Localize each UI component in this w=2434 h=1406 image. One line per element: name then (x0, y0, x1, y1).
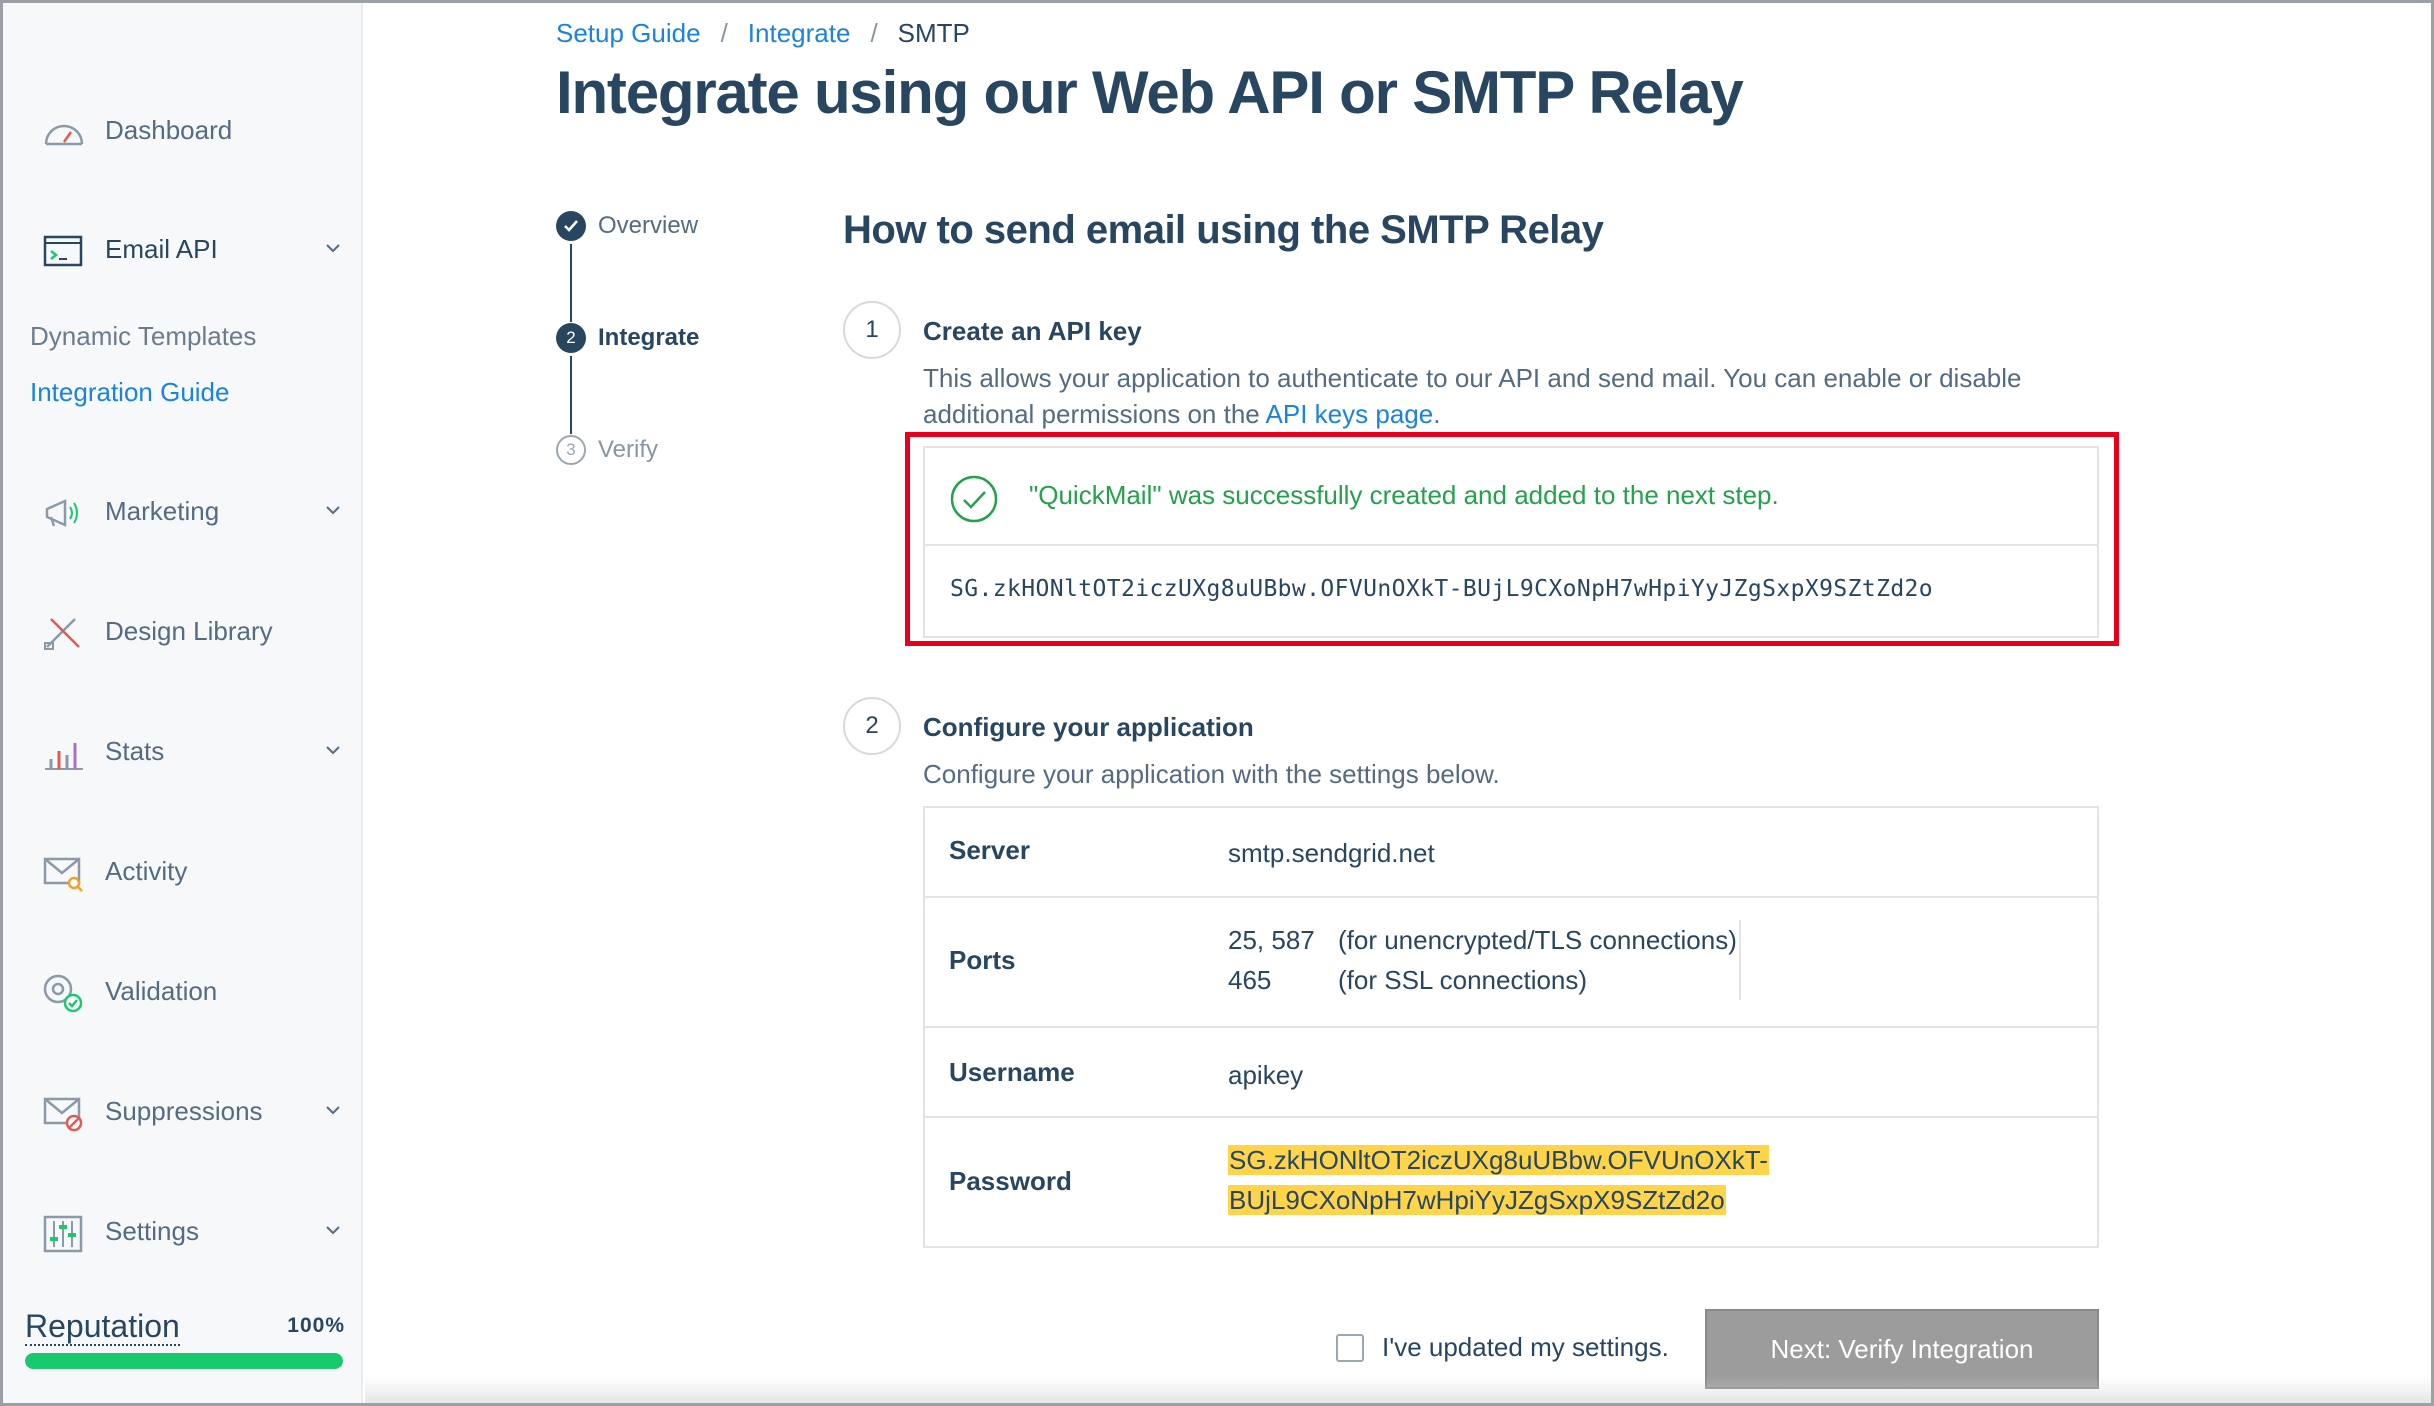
step-number-badge: 3 (556, 435, 586, 465)
sidebar-item-dashboard[interactable]: Dashboard (3, 100, 363, 160)
sliders-icon (43, 1215, 83, 1253)
sidebar-item-email-api[interactable]: Email API (3, 219, 363, 279)
design-tools-icon (44, 618, 80, 650)
stepper-step-label: Overview (598, 212, 699, 239)
at-check-icon (43, 974, 83, 1013)
sidebar-subitem-integration-guide[interactable]: Integration Guide (30, 377, 229, 408)
step-2-number: 2 (843, 697, 901, 755)
table-key: Server (949, 835, 1030, 865)
password-line: SG.zkHONltOT2iczUXg8uUBbw.OFVUnOXkT- (1228, 1145, 1769, 1175)
port-value[interactable]: 465 (1228, 960, 1338, 1000)
sidebar-item-label: Validation (105, 975, 218, 1006)
bottom-scroll-shadow (365, 1376, 2431, 1403)
step-1-number: 1 (843, 301, 901, 359)
sidebar-item-label: Email API (105, 233, 218, 264)
reputation-value: 100% (287, 1314, 345, 1337)
sidebar-item-marketing[interactable]: Marketing (3, 481, 363, 541)
envelope-block-icon (43, 1097, 83, 1132)
sidebar-item-label: Dashboard (105, 114, 233, 145)
breadcrumb: Setup Guide / Integrate / SMTP (556, 18, 970, 49)
reputation-meter[interactable]: Reputation 100% (25, 1308, 345, 1378)
table-row-ports: Ports 25, 587 (for unencrypted/TLS conne… (925, 898, 2097, 1028)
sidebar-item-label: Settings (105, 1215, 199, 1246)
bar-stats-icon (45, 743, 83, 770)
api-key-value[interactable]: SG.zkHONltOT2iczUXg8uUBbw.OFVUnOXkT-BUjL… (950, 576, 1933, 602)
stepper-connector (570, 244, 572, 322)
stepper-step-label: Verify (598, 436, 659, 463)
sidebar: Dashboard Email API Dynamic Templates In… (3, 3, 363, 1403)
stepper-step-integrate[interactable]: 2 Integrate (556, 322, 699, 354)
reputation-label: Reputation (25, 1308, 180, 1346)
breadcrumb-separator: / (870, 18, 878, 48)
api-key-card: "QuickMail" was successfully created and… (923, 446, 2099, 638)
sidebar-item-label: Design Library (105, 615, 273, 646)
email-api-terminal-icon (43, 235, 83, 267)
sidebar-item-label: Activity (105, 855, 188, 886)
chevron-down-icon[interactable] (325, 503, 341, 517)
step-1-heading: Create an API key (923, 316, 1142, 346)
step-2-description: Configure your application with the sett… (923, 759, 1500, 789)
sidebar-item-stats[interactable]: Stats (3, 721, 363, 781)
step-1-description-line1: This allows your application to authenti… (923, 363, 2022, 393)
settings-updated-checkbox-row[interactable]: I've updated my settings. (1336, 1332, 1669, 1363)
table-key: Password (949, 1166, 1072, 1196)
sidebar-item-label: Suppressions (105, 1095, 263, 1126)
settings-updated-checkbox[interactable] (1336, 1333, 1364, 1362)
step-number-badge: 2 (556, 323, 586, 353)
password-value[interactable]: SG.zkHONltOT2iczUXg8uUBbw.OFVUnOXkT- BUj… (1228, 1140, 1769, 1220)
sidebar-item-activity[interactable]: Activity (3, 841, 363, 901)
success-message-row: "QuickMail" was successfully created and… (925, 448, 2097, 546)
table-key: Ports (949, 945, 1016, 975)
progress-stepper: Overview 2 Integrate 3 Verify (556, 210, 756, 470)
table-row-password: Password SG.zkHONltOT2iczUXg8uUBbw.OFVUn… (925, 1118, 2097, 1248)
ports-list: 25, 587 (for unencrypted/TLS connections… (1228, 920, 1741, 1000)
megaphone-icon (45, 499, 78, 527)
api-keys-page-link[interactable]: API keys page (1266, 399, 1434, 429)
check-icon (556, 211, 586, 241)
breadcrumb-separator: / (720, 18, 728, 48)
stepper-connector (570, 356, 572, 434)
breadcrumb-current: SMTP (897, 18, 970, 48)
table-key: Username (949, 1057, 1075, 1087)
step-1-description-line2: additional permissions on the (923, 399, 1266, 429)
envelope-search-icon (43, 857, 83, 892)
step-2-heading: Configure your application (923, 712, 1254, 742)
section-title: How to send email using the SMTP Relay (843, 208, 1604, 252)
sidebar-subitem-dynamic-templates[interactable]: Dynamic Templates (30, 321, 256, 352)
breadcrumb-setup-guide[interactable]: Setup Guide (556, 18, 701, 49)
sidebar-item-settings[interactable]: Settings (3, 1201, 363, 1261)
username-value[interactable]: apikey (1228, 1055, 1303, 1095)
breadcrumb-integrate[interactable]: Integrate (748, 18, 851, 49)
sidebar-item-label: Stats (105, 735, 165, 766)
success-check-circle-icon (950, 475, 998, 523)
checkbox-label: I've updated my settings. (1382, 1332, 1669, 1362)
sidebar-item-design-library[interactable]: Design Library (3, 601, 363, 661)
smtp-settings-table: Server smtp.sendgrid.net Ports 25, 587 (… (923, 806, 2099, 1248)
port-note: (for unencrypted/TLS connections) (1338, 925, 1737, 955)
sidebar-item-label: Marketing (105, 495, 220, 526)
success-message: "QuickMail" was successfully created and… (1029, 480, 1779, 510)
step-1-description-suffix: . (1433, 399, 1441, 429)
chevron-down-icon[interactable] (325, 241, 341, 255)
port-value[interactable]: 25, 587 (1228, 920, 1338, 960)
reputation-bar-fill (25, 1353, 343, 1369)
table-row-username: Username apikey (925, 1028, 2097, 1118)
port-note: (for SSL connections) (1338, 965, 1588, 995)
server-value[interactable]: smtp.sendgrid.net (1228, 833, 1435, 873)
reputation-bar (25, 1353, 343, 1369)
chevron-down-icon[interactable] (325, 743, 341, 757)
table-row-server: Server smtp.sendgrid.net (925, 808, 2097, 898)
dashboard-gauge-icon (44, 124, 84, 146)
password-line: BUjL9CXoNpH7wHpiYyJZgSxpX9SZtZd2o (1228, 1185, 1726, 1215)
chevron-down-icon[interactable] (325, 1223, 341, 1237)
stepper-step-label: Integrate (598, 324, 700, 351)
page-title: Integrate using our Web API or SMTP Rela… (556, 59, 1744, 126)
step-1-description: This allows your application to authenti… (923, 360, 2022, 432)
sidebar-item-validation[interactable]: Validation (3, 961, 363, 1021)
stepper-step-overview[interactable]: Overview (556, 210, 698, 242)
sidebar-item-suppressions[interactable]: Suppressions (3, 1081, 363, 1141)
chevron-down-icon[interactable] (325, 1103, 341, 1117)
stepper-step-verify[interactable]: 3 Verify (556, 434, 658, 466)
